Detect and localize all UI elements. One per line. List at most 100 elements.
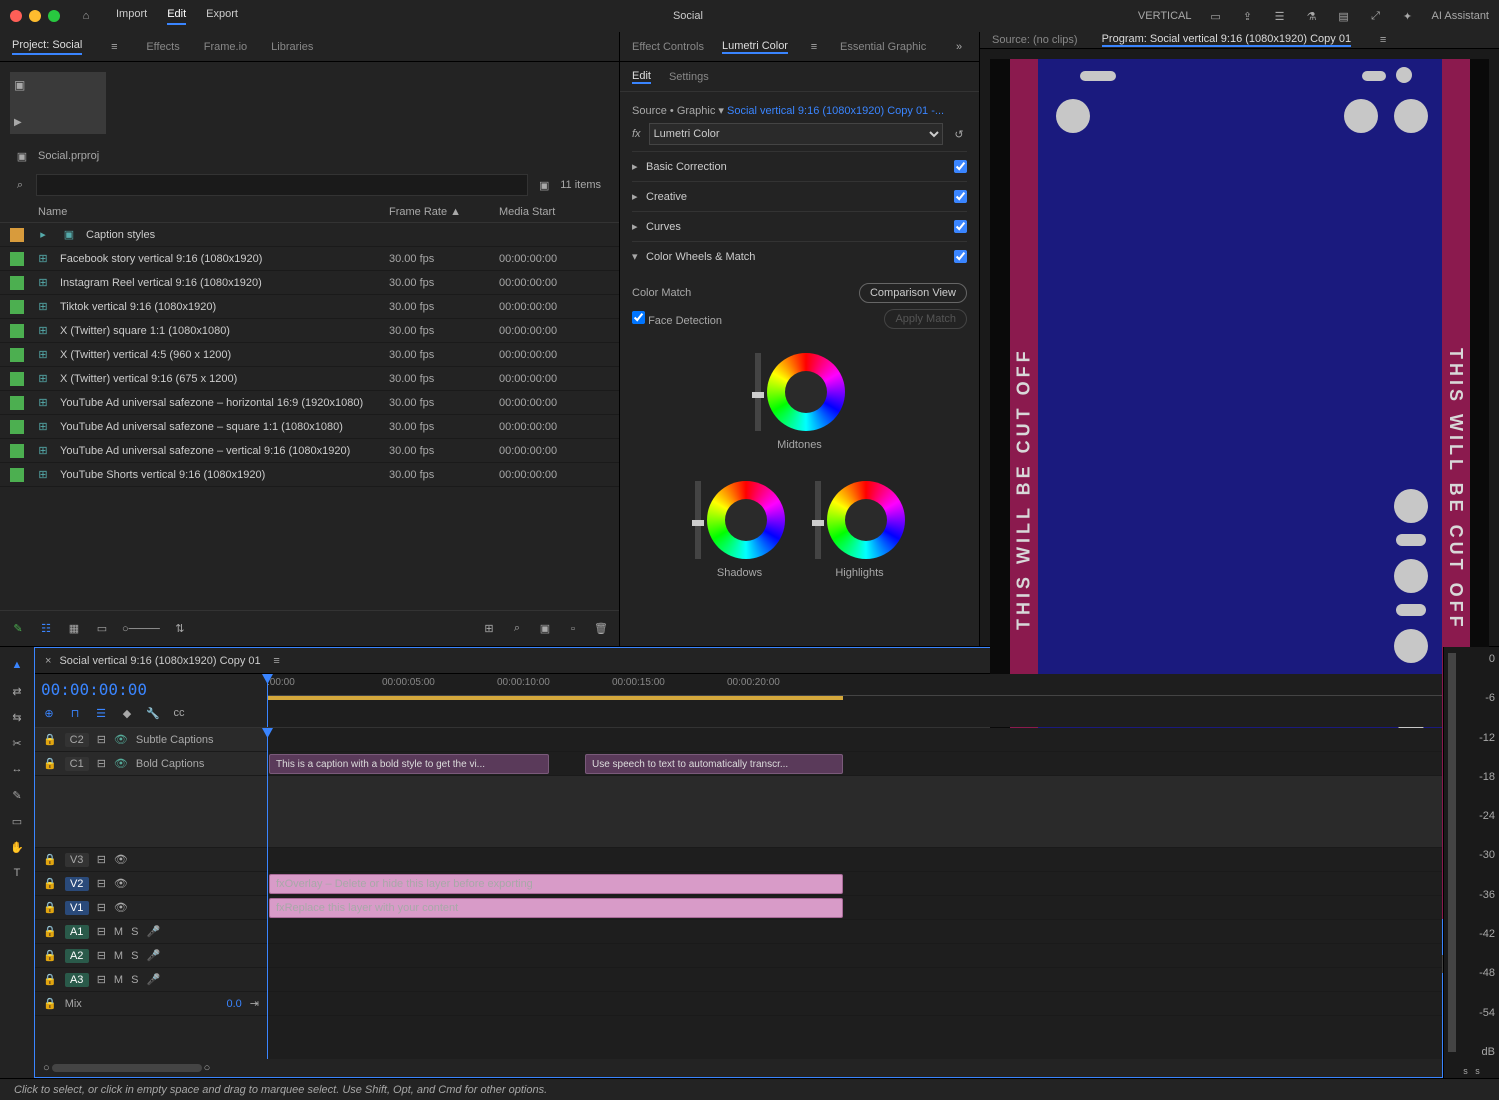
caption-clip-1[interactable]: This is a caption with a bold style to g… <box>269 754 549 774</box>
write-icon[interactable]: ✎ <box>10 621 26 637</box>
snap-icon[interactable]: ⊓ <box>67 705 83 721</box>
track-header-mix[interactable]: 🔒Mix0.0⇥ <box>35 992 267 1016</box>
section-basic-correction[interactable]: ▸ Basic Correction <box>632 151 967 181</box>
beaker-icon[interactable]: ⚗ <box>1304 8 1320 24</box>
track-header-v1[interactable]: 🔒V1⊟👁 <box>35 896 267 920</box>
track-header-a3[interactable]: 🔒A3⊟MS🎤 <box>35 968 267 992</box>
selection-tool-icon[interactable]: ▲ <box>9 657 25 673</box>
timeline-playhead[interactable] <box>267 728 268 1059</box>
face-detection-checkbox[interactable] <box>632 311 645 324</box>
tab-essential-graphic[interactable]: Essential Graphic <box>840 41 926 53</box>
tab-frameio[interactable]: Frame.io <box>204 41 247 53</box>
reset-icon[interactable]: ↺ <box>951 126 967 142</box>
table-row[interactable]: ⊞YouTube Ad universal safezone – vertica… <box>0 439 619 463</box>
sort-icon-bottom[interactable]: ⇅ <box>172 621 188 637</box>
lock-icon[interactable]: 🔒 <box>43 973 57 986</box>
prog-menu-icon[interactable]: ≡ <box>1375 32 1391 48</box>
basic-correction-toggle[interactable] <box>954 160 967 173</box>
mix-value[interactable]: 0.0 <box>226 998 241 1010</box>
v2-clip[interactable]: fx Overlay – Delete or hide this layer b… <box>269 874 843 894</box>
trash-icon[interactable]: 🗑 <box>593 621 609 637</box>
v1-clip[interactable]: fx Replace this layer with your content <box>269 898 843 918</box>
playhead[interactable] <box>267 674 268 727</box>
zoom-handle-right[interactable]: ○ <box>204 1062 211 1074</box>
label-swatch[interactable] <box>10 324 24 338</box>
tab-program[interactable]: Program: Social vertical 9:16 (1080x1920… <box>1102 33 1351 47</box>
sync-icon[interactable]: ⊟ <box>97 877 106 890</box>
seq-menu-icon[interactable]: ≡ <box>269 653 285 669</box>
linked-sel-icon[interactable]: ☰ <box>93 705 109 721</box>
zoom-slider[interactable]: ○──── <box>122 623 160 635</box>
track-header-c1[interactable]: 🔒C1⊟👁Bold Captions <box>35 752 267 776</box>
lock-icon[interactable]: 🔒 <box>43 949 57 962</box>
vertical-label[interactable]: VERTICAL <box>1138 10 1192 22</box>
label-swatch[interactable] <box>10 396 24 410</box>
track-v1[interactable]: fx Replace this layer with your content <box>267 896 1442 920</box>
track-content[interactable]: This is a caption with a bold style to g… <box>267 728 1442 1059</box>
sync-icon[interactable]: ⊟ <box>97 853 106 866</box>
section-creative[interactable]: ▸ Creative <box>632 181 967 211</box>
lock-icon[interactable]: 🔒 <box>43 877 57 890</box>
tab-source[interactable]: Source: (no clips) <box>992 34 1078 46</box>
section-color-wheels[interactable]: ▾ Color Wheels & Match <box>632 241 967 271</box>
tab-effects[interactable]: Effects <box>146 41 179 53</box>
label-swatch[interactable] <box>10 228 24 242</box>
close-window-button[interactable] <box>10 10 22 22</box>
lock-icon[interactable]: 🔒 <box>43 853 57 866</box>
label-swatch[interactable] <box>10 348 24 362</box>
label-swatch[interactable] <box>10 420 24 434</box>
new-bin-button[interactable]: ▣ <box>537 621 553 637</box>
sync-icon[interactable]: ⊟ <box>97 757 106 770</box>
icon-view-icon[interactable]: ▦ <box>66 621 82 637</box>
label-swatch[interactable] <box>10 276 24 290</box>
new-bin-icon[interactable]: ▣ <box>536 177 552 193</box>
eye-icon[interactable]: 👁 <box>114 757 128 770</box>
track-header-a1[interactable]: 🔒A1⊟MS🎤 <box>35 920 267 944</box>
subtab-settings[interactable]: Settings <box>669 71 709 83</box>
col-framerate[interactable]: Frame Rate ▲ <box>389 206 499 218</box>
track-a2[interactable] <box>267 944 1442 968</box>
table-row[interactable]: ⊞X (Twitter) vertical 4:5 (960 x 1200)30… <box>0 343 619 367</box>
track-c1[interactable]: This is a caption with a bold style to g… <box>267 752 1442 776</box>
sync-icon[interactable]: ⊟ <box>97 733 106 746</box>
track-v2[interactable]: fx Overlay – Delete or hide this layer b… <box>267 872 1442 896</box>
preview-thumbnail[interactable]: ▣ ▶ <box>10 72 106 134</box>
tab-effect-controls[interactable]: Effect Controls <box>632 41 704 53</box>
eye-icon[interactable]: 👁 <box>114 853 128 866</box>
creative-toggle[interactable] <box>954 190 967 203</box>
zoom-slider[interactable] <box>52 1064 202 1072</box>
table-row[interactable]: ⊞Instagram Reel vertical 9:16 (1080x1920… <box>0 271 619 295</box>
audio-meter[interactable]: 0-6-12-18-24-30-36-42-48-54dB s s <box>1443 647 1499 1078</box>
timeline-timecode[interactable]: 00:00:00:00 <box>41 680 261 699</box>
label-swatch[interactable] <box>10 444 24 458</box>
track-mix[interactable] <box>267 992 1442 1016</box>
midtones-slider[interactable] <box>755 353 761 431</box>
sync-icon[interactable]: ⊟ <box>97 973 106 986</box>
automate-icon[interactable]: ⊞ <box>481 621 497 637</box>
label-swatch[interactable] <box>10 252 24 266</box>
time-ruler[interactable]: :00:0000:00:05:0000:00:10:0000:00:15:000… <box>267 674 1442 696</box>
share-icon[interactable]: ⇪ <box>1240 8 1256 24</box>
track-header-c2[interactable]: 🔒C2⊟👁Subtle Captions <box>35 728 267 752</box>
insert-icon[interactable]: ⊕ <box>41 705 57 721</box>
find-icon[interactable]: ⌕ <box>509 621 525 637</box>
pen-tool-icon[interactable]: ✎ <box>9 787 25 803</box>
settings-wrench-icon[interactable]: 🔧 <box>145 705 161 721</box>
midtones-wheel[interactable] <box>767 353 845 431</box>
track-header-a2[interactable]: 🔒A2⊟MS🎤 <box>35 944 267 968</box>
table-row[interactable]: ⊞X (Twitter) vertical 9:16 (675 x 1200)3… <box>0 367 619 391</box>
list-view-icon[interactable]: ☷ <box>38 621 54 637</box>
apply-match-button[interactable]: Apply Match <box>884 309 967 329</box>
eye-icon[interactable]: 👁 <box>114 877 128 890</box>
color-wheels-toggle[interactable] <box>954 250 967 263</box>
label-swatch[interactable] <box>10 468 24 482</box>
shadows-slider[interactable] <box>695 481 701 559</box>
search-input[interactable] <box>36 174 528 196</box>
track-a3[interactable] <box>267 968 1442 992</box>
chevron-right-icon[interactable]: ▸ <box>34 228 52 241</box>
breadcrumb-link[interactable]: Social vertical 9:16 (1080x1920) Copy 01… <box>727 105 944 117</box>
nav-export[interactable]: Export <box>206 8 238 25</box>
tab-menu-icon[interactable]: ≡ <box>106 39 122 55</box>
tab-libraries[interactable]: Libraries <box>271 41 313 53</box>
fx-select[interactable]: Lumetri Color <box>649 123 943 145</box>
